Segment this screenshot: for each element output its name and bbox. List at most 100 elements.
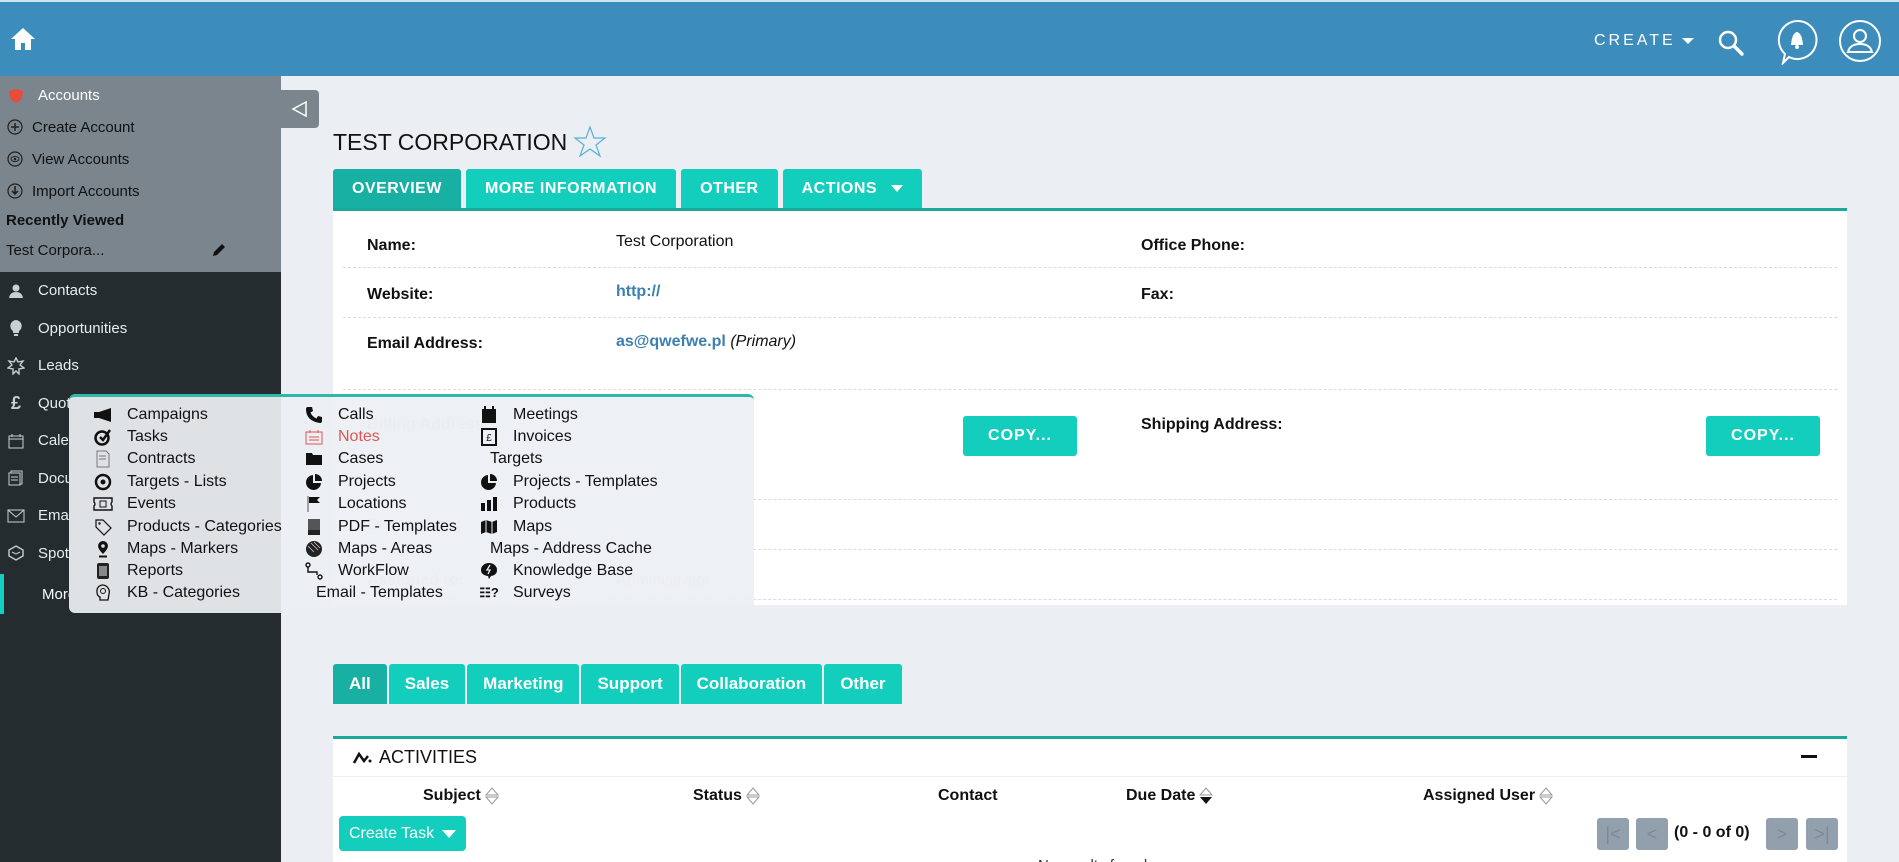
menu-item-maps[interactable]: Maps: [479, 516, 552, 538]
no-results-text: No results found.: [1038, 857, 1151, 862]
map-marker-icon: [93, 540, 113, 558]
flag-icon: [304, 495, 324, 513]
website-label: Website:: [367, 286, 434, 303]
search-icon[interactable]: [1716, 28, 1746, 58]
menu-item-cases[interactable]: Cases: [304, 448, 383, 470]
pencil-edit-icon[interactable]: [210, 241, 228, 259]
menu-item-label: WorkFlow: [338, 562, 409, 579]
tab-more-information[interactable]: MORE INFORMATION: [465, 169, 677, 208]
person-icon: [6, 282, 26, 300]
home-icon[interactable]: [10, 26, 36, 52]
menu-item-products[interactable]: Products: [479, 493, 576, 515]
menu-item-projects-templates[interactable]: Projects - Templates: [479, 471, 658, 493]
favorite-star-icon[interactable]: [573, 125, 608, 159]
sidebar-item-accounts[interactable]: Accounts: [0, 80, 281, 111]
star-burst-icon: [6, 356, 26, 375]
menu-item-label: Locations: [338, 495, 407, 512]
menu-item-kb-categories[interactable]: KB - Categories: [93, 582, 240, 604]
sidebar-item-leads[interactable]: Leads: [0, 347, 281, 385]
pound-icon: £: [10, 392, 21, 413]
user-profile-icon[interactable]: [1838, 19, 1882, 63]
menu-item-knowledge-base[interactable]: Knowledge Base: [479, 560, 633, 582]
pdf-icon: [304, 518, 324, 536]
column-header-due-date[interactable]: Due Date: [1126, 787, 1214, 805]
pagination-next-button[interactable]: >: [1766, 818, 1798, 850]
folder-icon: [304, 450, 324, 468]
filter-tab-sales[interactable]: Sales: [388, 664, 466, 704]
globe-icon: [304, 540, 324, 558]
sidebar-item-opportunities[interactable]: Opportunities: [0, 310, 281, 348]
menu-item-targets-lists[interactable]: Targets - Lists: [93, 471, 227, 493]
detail-row: Name: Test Corporation Office Phone:: [343, 211, 1837, 268]
menu-item-events[interactable]: Events: [93, 493, 176, 515]
menu-item-email-templates[interactable]: Email - Templates: [316, 582, 443, 604]
menu-item-meetings[interactable]: Meetings: [479, 404, 578, 426]
menu-item-campaigns[interactable]: Campaigns: [93, 404, 208, 426]
megaphone-icon: [93, 406, 113, 424]
menu-item-label: Invoices: [513, 428, 572, 445]
menu-item-maps-areas[interactable]: Maps - Areas: [304, 538, 432, 560]
last-page-icon: >|: [1814, 823, 1830, 844]
sidebar-item-contacts[interactable]: Contacts: [0, 272, 281, 310]
menu-item-reports[interactable]: Reports: [93, 560, 183, 582]
create-menu-button[interactable]: CREATE: [1594, 32, 1694, 50]
filter-tab-support[interactable]: Support: [581, 664, 679, 704]
tab-label: OTHER: [700, 179, 759, 197]
create-task-label: Create Task: [349, 824, 435, 842]
sidebar-collapse-button[interactable]: [281, 90, 319, 128]
activities-header[interactable]: ACTIVITIES: [333, 739, 1847, 777]
copy-shipping-button[interactable]: COPY...: [1706, 416, 1820, 456]
create-task-button[interactable]: Create Task: [339, 816, 467, 851]
pagination-first-button[interactable]: |<: [1597, 818, 1629, 850]
sidebar-item-label: Contacts: [38, 282, 98, 300]
menu-item-workflow[interactable]: WorkFlow: [304, 560, 409, 582]
filter-tab-marketing[interactable]: Marketing: [467, 664, 580, 704]
top-navbar: CREATE: [0, 0, 1899, 76]
menu-item-invoices[interactable]: £ Invoices: [479, 426, 572, 448]
sidebar-action-create-account[interactable]: Create Account: [0, 111, 281, 143]
menu-item-notes[interactable]: Notes: [304, 426, 380, 448]
copy-billing-button[interactable]: COPY...: [963, 416, 1077, 456]
sidebar-action-view-accounts[interactable]: View Accounts: [0, 143, 281, 175]
chevron-down-icon: [891, 185, 904, 192]
filter-tab-collaboration[interactable]: Collaboration: [680, 664, 823, 704]
menu-item-tasks[interactable]: Tasks: [93, 426, 168, 448]
tab-other[interactable]: OTHER: [681, 169, 778, 208]
column-header-assigned-user[interactable]: Assigned User: [1423, 787, 1554, 805]
website-link[interactable]: http://: [616, 283, 660, 301]
detail-row: Website: http:// Fax:: [343, 268, 1837, 318]
menu-item-contracts[interactable]: Contracts: [93, 448, 195, 470]
sort-icon: [745, 787, 760, 805]
menu-item-label: Knowledge Base: [513, 562, 634, 579]
column-header-subject[interactable]: Subject: [423, 787, 499, 805]
column-header-contact: Contact: [938, 787, 998, 805]
pagination-last-button[interactable]: >|: [1806, 818, 1838, 850]
menu-item-pdf-templates[interactable]: PDF - Templates: [304, 516, 457, 538]
menu-item-label: Notes: [338, 428, 380, 445]
menu-item-locations[interactable]: Locations: [304, 493, 407, 515]
page-title: TEST CORPORATION: [333, 125, 608, 159]
tab-actions[interactable]: ACTIONS: [782, 169, 923, 208]
menu-item-projects[interactable]: Projects: [304, 471, 396, 493]
tab-label: Support: [597, 674, 663, 693]
menu-item-maps-address-cache[interactable]: Maps - Address Cache: [490, 538, 652, 560]
bell-icon[interactable]: [1775, 19, 1819, 65]
tab-label: OVERVIEW: [352, 179, 442, 197]
menu-item-targets[interactable]: Targets: [490, 448, 542, 470]
column-header-status[interactable]: Status: [693, 787, 760, 805]
recent-item-label: Test Corpora...: [6, 241, 105, 259]
menu-item-calls[interactable]: Calls: [304, 404, 374, 426]
tab-overview[interactable]: OVERVIEW: [333, 169, 461, 208]
email-label: Email Address:: [367, 335, 483, 352]
notes-icon: [304, 428, 324, 446]
sidebar-action-import-accounts[interactable]: Import Accounts: [0, 175, 281, 207]
collapse-subpanel-button[interactable]: [1801, 755, 1817, 758]
menu-item-maps-markers[interactable]: Maps - Markers: [93, 538, 238, 560]
filter-tab-all[interactable]: All: [333, 664, 387, 704]
menu-item-products-categories[interactable]: Products - Categories: [93, 516, 282, 538]
menu-item-surveys[interactable]: ☷? Surveys: [479, 582, 571, 604]
filter-tab-other[interactable]: Other: [824, 664, 902, 704]
email-link[interactable]: as@qwefwe.pl: [616, 333, 726, 350]
pagination-prev-button[interactable]: <: [1636, 818, 1668, 850]
recent-item[interactable]: Test Corpora...: [0, 235, 281, 265]
